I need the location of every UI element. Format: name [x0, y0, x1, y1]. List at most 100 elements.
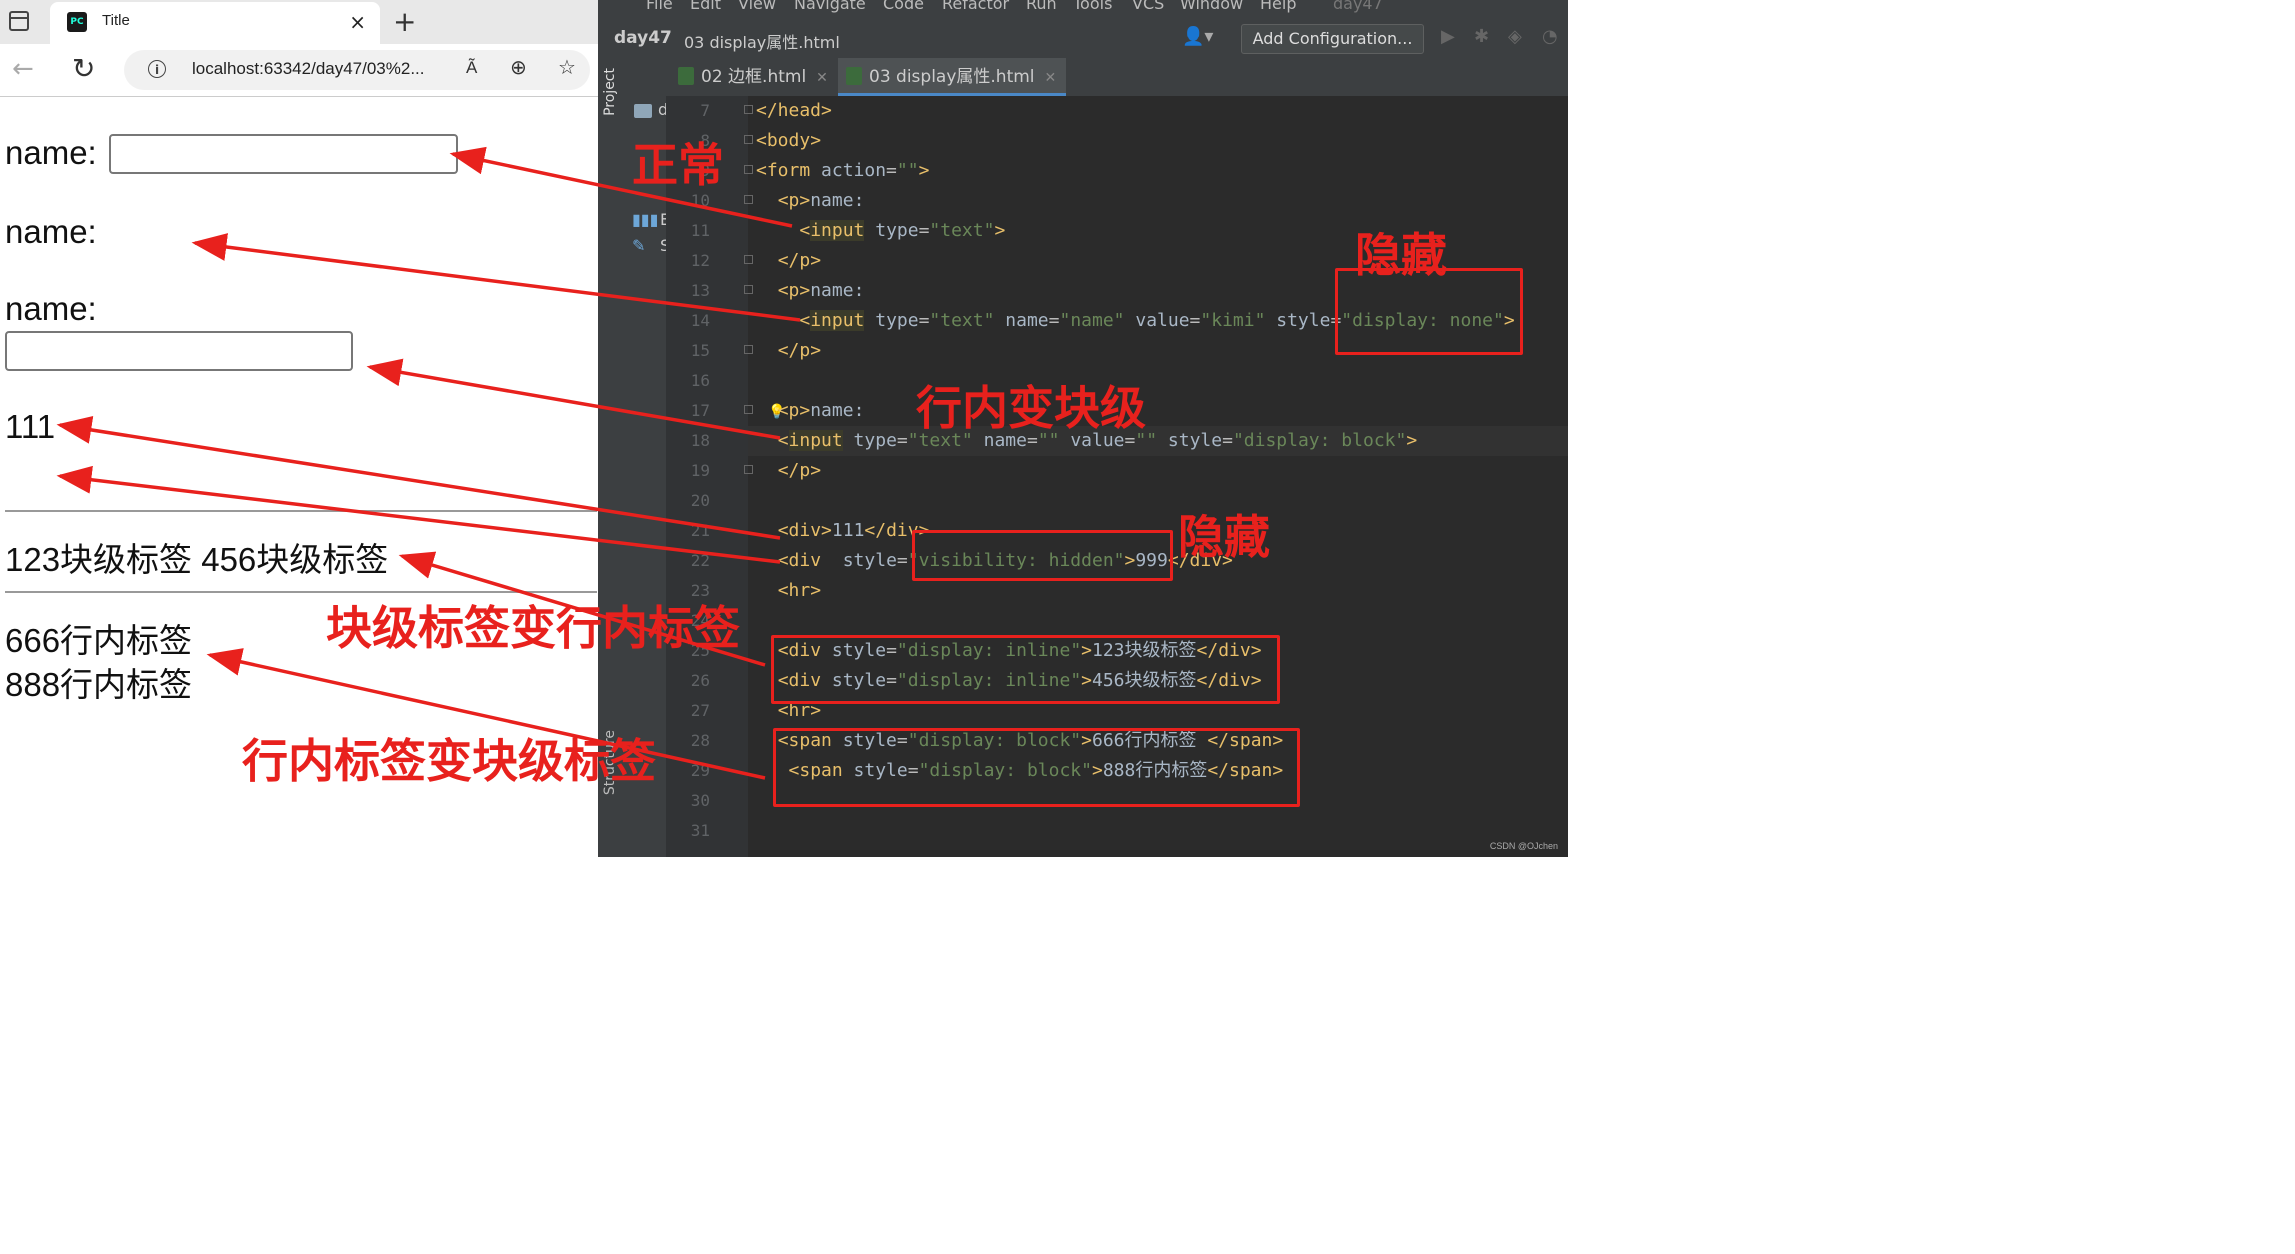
fold-marker-icon[interactable] [744, 195, 753, 204]
close-icon[interactable]: ✕ [816, 70, 828, 86]
menu-refactor[interactable]: Refactor [942, 0, 1009, 13]
line-number: 17 [690, 401, 710, 420]
tab-title-text: Title [102, 12, 130, 29]
block-span-2: 888行内标签 [5, 666, 193, 703]
menu-file[interactable]: File [646, 0, 673, 13]
back-icon[interactable]: ← [12, 54, 34, 84]
url-text[interactable]: localhost:63342/day47/03%2... [192, 59, 425, 79]
tab-02-border-html[interactable]: 02 边框.html ✕ [678, 58, 828, 96]
zoom-icon[interactable]: ⊕ [510, 55, 527, 79]
line-number: 31 [690, 821, 710, 840]
code-line[interactable]: 22 <div style="visibility: hidden">999</… [691, 546, 1568, 576]
code-editor[interactable]: 7 </head> 8 <body> 9 <form action=""> 10 <p>na… [691, 96, 1568, 857]
code-text: <body> [756, 130, 822, 151]
line-number: 20 [690, 491, 710, 510]
code-line[interactable]: 10 <p>name: [691, 186, 1568, 216]
line-number: 30 [690, 791, 710, 810]
fold-marker-icon[interactable] [744, 405, 753, 414]
line-number: 13 [690, 281, 710, 300]
code-text: <hr> [777, 700, 822, 721]
code-line[interactable]: 15 </p> [691, 336, 1568, 366]
line-number: 7 [700, 101, 710, 120]
tool-window-strip: Project Structure [598, 58, 628, 857]
code-line[interactable]: 8 <body> [700, 126, 1568, 156]
code-text: <div style="visibility: hidden">999</div… [777, 550, 1233, 571]
code-line[interactable]: 30 [691, 786, 1568, 816]
new-tab-icon[interactable]: + [393, 5, 416, 38]
code-line[interactable]: 18 <input type="text" name="" value="" s… [691, 426, 1568, 456]
menu-run[interactable]: Run [1026, 0, 1057, 13]
code-text: <span style="display: block">666行内标签 </s… [777, 730, 1284, 751]
menu-tools[interactable]: Tools [1073, 0, 1112, 13]
fold-marker-icon[interactable] [744, 345, 753, 354]
code-line[interactable]: 25 <div style="display: inline">123块级标签<… [691, 636, 1568, 666]
folder-icon[interactable] [634, 104, 652, 118]
code-line[interactable]: 16 [691, 366, 1568, 396]
scratches-icon[interactable]: ✎ [632, 236, 645, 255]
fold-marker-icon[interactable] [744, 135, 753, 144]
url-input[interactable]: i localhost:63342/day47/03%2... Ã ⊕ ☆ [124, 50, 590, 90]
page-content: name: name: name: 111 123块级标签 456块级标签 66… [0, 97, 598, 857]
read-aloud-icon[interactable]: Ã [466, 58, 477, 78]
reload-icon[interactable]: ↻ [72, 52, 95, 85]
code-line[interactable]: 23 <hr> [691, 576, 1568, 606]
text-input-normal[interactable] [109, 134, 458, 174]
breadcrumb-project[interactable]: day47 [614, 28, 672, 48]
breadcrumb-file[interactable]: 03 display属性.html [684, 29, 840, 53]
add-configuration-button[interactable]: Add Configuration... [1241, 24, 1424, 54]
menu-view[interactable]: View [738, 0, 776, 13]
project-tool-tab[interactable]: Project [602, 68, 618, 116]
close-icon[interactable]: ✕ [1045, 70, 1057, 86]
code-line[interactable]: 17 💡 <p>name: [691, 396, 1568, 426]
external-libraries-icon[interactable]: ▮▮▮ [632, 210, 658, 229]
menu-vcs[interactable]: VCS [1132, 0, 1164, 13]
code-line[interactable]: 20 [691, 486, 1568, 516]
tab-03-display-html[interactable]: 03 display属性.html ✕ [838, 58, 1067, 96]
coverage-icon[interactable]: ◈ [1508, 26, 1522, 47]
close-icon[interactable]: × [349, 10, 366, 34]
tab-actions-icon[interactable] [9, 11, 29, 31]
code-line[interactable]: 13 <p>name: [691, 276, 1568, 306]
menu-help[interactable]: Help [1260, 0, 1296, 13]
text-input-block[interactable] [5, 331, 353, 371]
code-line[interactable]: 24 [691, 606, 1568, 636]
code-text: </p> [777, 250, 822, 271]
fold-marker-icon[interactable] [744, 165, 753, 174]
fold-marker-icon[interactable] [744, 465, 753, 474]
code-line[interactable]: 27 <hr> [691, 696, 1568, 726]
code-line[interactable]: 29 <span style="display: block">888行内标签<… [691, 756, 1568, 786]
code-line[interactable]: 21 <div>111</div> [691, 516, 1568, 546]
menu-window[interactable]: Window [1180, 0, 1243, 13]
fold-marker-icon[interactable] [744, 105, 753, 114]
code-line[interactable]: 26 <div style="display: inline">456块级标签<… [691, 666, 1568, 696]
code-line[interactable]: 19 </p> [691, 456, 1568, 486]
code-line[interactable]: 28 <span style="display: block">666行内标签 … [691, 726, 1568, 756]
user-icon[interactable]: 👤▾ [1182, 26, 1213, 47]
line-number: 22 [690, 551, 710, 570]
run-icon[interactable]: ▶ [1441, 26, 1455, 47]
favorite-icon[interactable]: ☆ [558, 55, 576, 79]
ide-navigation-bar: day47 03 display属性.html 👤▾ Add Configura… [598, 20, 1568, 59]
fold-marker-icon[interactable] [744, 255, 753, 264]
debug-icon[interactable]: ✱ [1474, 26, 1489, 47]
line-number: 16 [690, 371, 710, 390]
pycharm-favicon-icon: PC [67, 12, 87, 32]
code-line[interactable]: 11 <input type="text"> [691, 216, 1568, 246]
structure-tool-tab[interactable]: Structure [602, 730, 618, 795]
fold-marker-icon[interactable] [744, 285, 753, 294]
code-line[interactable]: 31 [691, 816, 1568, 846]
info-icon[interactable]: i [148, 60, 166, 78]
code-line[interactable]: 7 </head> [700, 96, 1568, 126]
browser-tab-title[interactable]: PC Title × [50, 2, 380, 44]
menu-navigate[interactable]: Navigate [794, 0, 866, 13]
code-line[interactable]: 12 </p> [691, 246, 1568, 276]
horizontal-rule-1 [5, 510, 597, 512]
profile-icon[interactable]: ◔ [1542, 26, 1558, 47]
line-number: 24 [690, 611, 710, 630]
code-line[interactable]: 9 <form action=""> [700, 156, 1568, 186]
menu-code[interactable]: Code [883, 0, 924, 13]
line-number: 12 [690, 251, 710, 270]
code-line[interactable]: 14 <input type="text" name="name" value=… [691, 306, 1568, 336]
menu-edit[interactable]: Edit [690, 0, 721, 13]
line-number: 10 [690, 191, 710, 210]
